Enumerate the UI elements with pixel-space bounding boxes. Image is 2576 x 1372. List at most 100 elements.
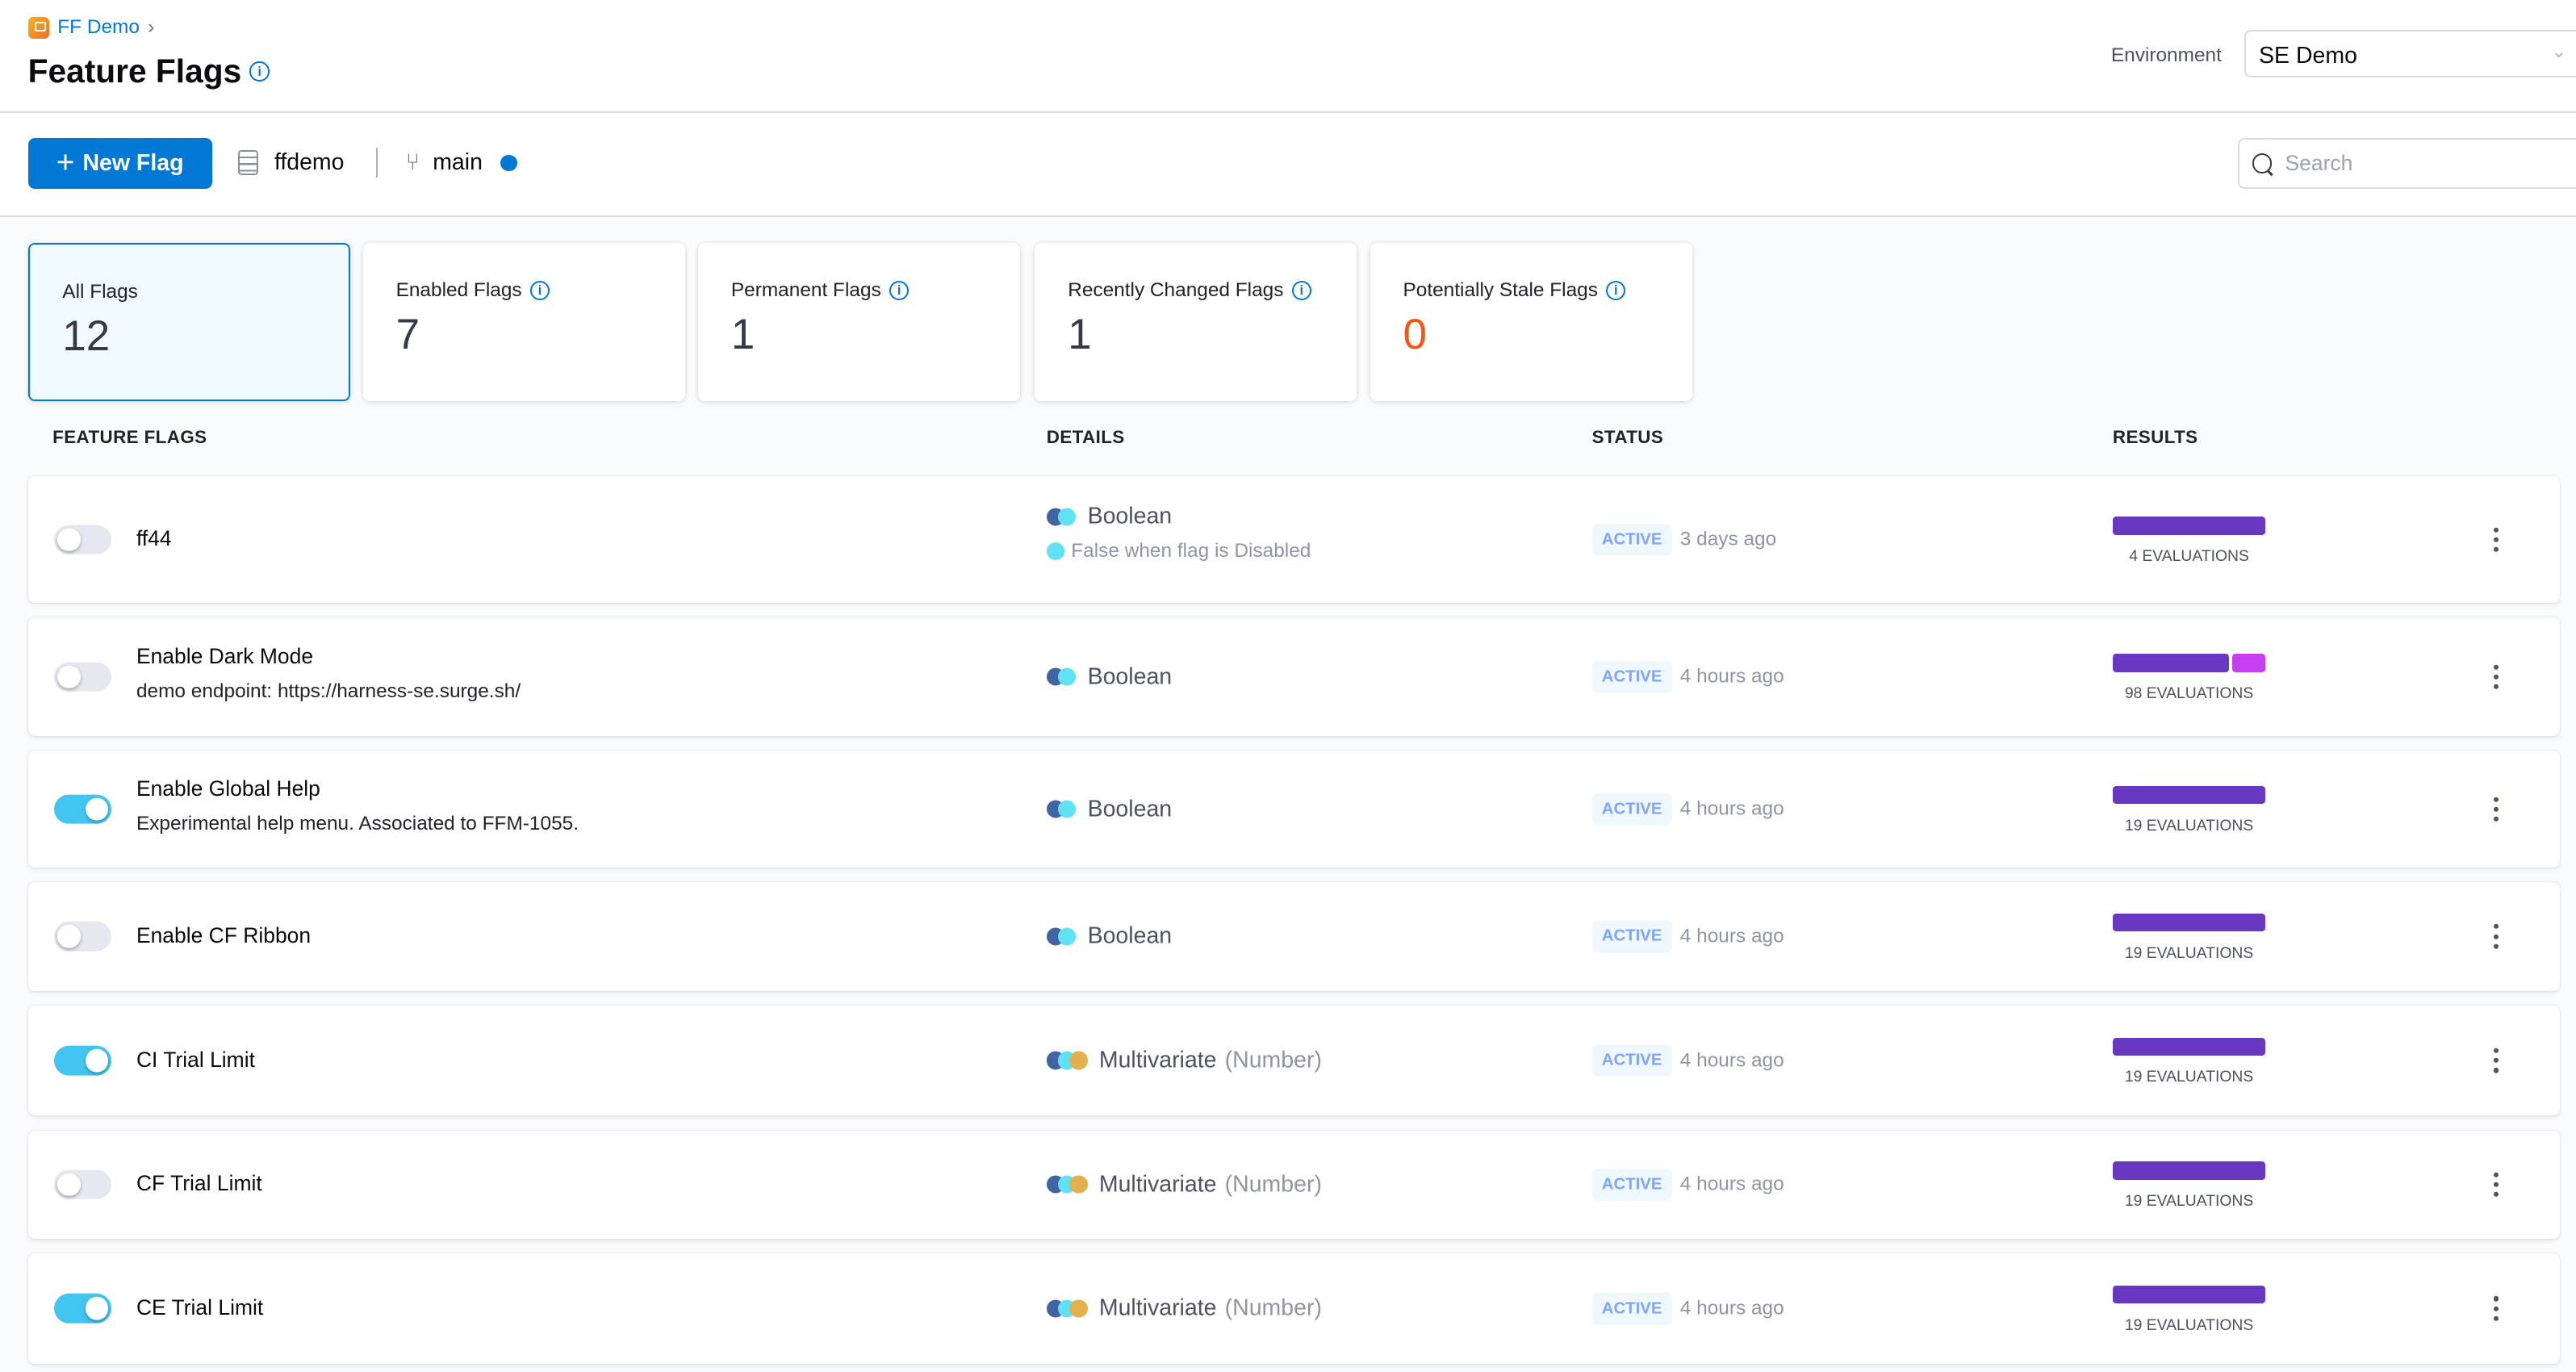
toggle-knob (85, 1297, 109, 1320)
status-badge: ACTIVE (1591, 524, 1672, 556)
page-title-text: Feature Flags (27, 52, 242, 90)
more-options-icon[interactable] (2494, 1048, 2499, 1073)
card-label-text: Permanent Flags (730, 279, 881, 302)
search-input[interactable]: Search (2237, 137, 2576, 190)
status-badge: ACTIVE (1591, 920, 1672, 952)
flag-toggle[interactable] (54, 1169, 112, 1200)
flag-name[interactable]: Enable CF Ribbon (136, 923, 311, 948)
flag-row[interactable]: CI Trial Limit Multivariate (Number) ACT… (27, 1005, 2560, 1116)
flag-name[interactable]: CE Trial Limit (136, 1295, 263, 1320)
more-options-icon[interactable] (2494, 1172, 2499, 1197)
flag-results[interactable]: 19 EVALUATIONS (2112, 1161, 2266, 1211)
flag-toggle[interactable] (54, 1294, 112, 1324)
result-bar-segment (2112, 1161, 2266, 1180)
summary-card-potentially-stale-flags[interactable]: Potentially Stale Flags i 0 (1370, 243, 1692, 401)
flag-name[interactable]: CI Trial Limit (136, 1048, 255, 1073)
flag-row[interactable]: Enable Global Help Experimental help men… (27, 751, 2560, 868)
flag-toggle[interactable] (54, 662, 112, 692)
toggle-knob (57, 925, 81, 948)
results-bar (2112, 1037, 2266, 1056)
flag-results[interactable]: 98 EVALUATIONS (2112, 654, 2266, 703)
card-value: 0 (1403, 311, 1427, 359)
flag-type: Multivariate (Number) (1046, 1171, 1322, 1198)
flag-type: Boolean (1046, 503, 1173, 530)
flag-results[interactable]: 19 EVALUATIONS (2112, 1037, 2266, 1087)
status-badge: ACTIVE (1591, 661, 1672, 693)
card-label: Enabled Flags i (396, 279, 653, 302)
flag-row[interactable]: ff44 Boolean False when flag is Disabled… (27, 476, 2560, 604)
flag-subtype: (Number) (1224, 1171, 1322, 1198)
flag-type-text: Boolean (1087, 503, 1173, 529)
flag-results[interactable]: 19 EVALUATIONS (2112, 913, 2266, 963)
plus-icon: + (56, 145, 75, 181)
flag-name[interactable]: Enable Global Help (136, 776, 320, 801)
repository[interactable]: ffdemo (238, 149, 345, 176)
flag-toggle[interactable] (54, 1045, 112, 1076)
flag-status: ACTIVE 4 hours ago (1591, 920, 1784, 952)
info-icon[interactable]: i (889, 280, 910, 301)
branch-selector[interactable]: ⑂ main (406, 149, 517, 176)
card-label: All Flags (62, 281, 316, 303)
flag-results[interactable]: 4 EVALUATIONS (2112, 517, 2266, 566)
more-options-icon[interactable] (2494, 1296, 2499, 1321)
flag-toggle[interactable] (54, 922, 112, 952)
search-placeholder: Search (2285, 151, 2353, 176)
result-bar-segment (2112, 1285, 2266, 1304)
summary-card-all-flags[interactable]: All Flags 12 (27, 243, 350, 401)
new-flag-button[interactable]: + New Flag (27, 137, 212, 190)
evaluation-count: 4 EVALUATIONS (2129, 547, 2249, 565)
flag-type-text: Boolean (1087, 796, 1173, 822)
more-options-icon[interactable] (2494, 527, 2499, 552)
flag-type: Multivariate (Number) (1046, 1295, 1322, 1322)
breadcrumb-project[interactable]: FF Demo (57, 16, 140, 39)
status-badge: ACTIVE (1591, 1169, 1672, 1201)
flag-name[interactable]: ff44 (136, 526, 172, 551)
result-bar-segment (2112, 1037, 2266, 1056)
card-label: Permanent Flags i (731, 279, 988, 302)
last-changed: 4 hours ago (1679, 797, 1784, 820)
flag-subtype: (Number) (1224, 1047, 1322, 1073)
breadcrumb[interactable]: FF Demo › (27, 16, 154, 39)
more-options-icon[interactable] (2494, 797, 2499, 822)
flag-type: Boolean (1046, 923, 1172, 950)
status-badge: ACTIVE (1591, 1292, 1672, 1325)
last-changed: 3 days ago (1679, 528, 1777, 550)
flag-subtype: (Number) (1224, 1295, 1322, 1321)
more-options-icon[interactable] (2494, 664, 2499, 689)
flag-name[interactable]: CF Trial Limit (136, 1171, 262, 1196)
branch-name: main (433, 149, 483, 176)
flag-toggle[interactable] (54, 794, 112, 824)
flag-type-text: Multivariate (1098, 1047, 1217, 1073)
card-value: 12 (62, 312, 111, 361)
flag-toggle[interactable] (54, 525, 112, 555)
environment-select[interactable]: SE Demo ⌄ (2244, 29, 2576, 77)
toggle-knob (57, 528, 81, 551)
info-icon[interactable]: i (1606, 280, 1626, 301)
card-label-text: Recently Changed Flags (1068, 279, 1284, 302)
flag-type: Multivariate (Number) (1046, 1047, 1322, 1074)
flag-status: ACTIVE 4 hours ago (1591, 661, 1784, 693)
flag-row[interactable]: Enable CF Ribbon Boolean ACTIVE 4 hours … (27, 882, 2560, 991)
info-icon[interactable]: i (249, 61, 270, 82)
info-icon[interactable]: i (529, 280, 550, 301)
flag-name[interactable]: Enable Dark Mode (136, 644, 313, 669)
info-icon[interactable]: i (1291, 280, 1311, 301)
flag-results[interactable]: 19 EVALUATIONS (2112, 786, 2266, 835)
flag-results[interactable]: 19 EVALUATIONS (2112, 1285, 2266, 1335)
summary-card-permanent-flags[interactable]: Permanent Flags i 1 (698, 243, 1021, 401)
more-options-icon[interactable] (2494, 924, 2499, 949)
summary-card-enabled-flags[interactable]: Enabled Flags i 7 (362, 243, 685, 401)
results-bar (2112, 1285, 2266, 1304)
result-bar-segment (2112, 786, 2266, 805)
flag-type: Boolean (1046, 663, 1172, 690)
evaluation-count: 98 EVALUATIONS (2124, 684, 2254, 702)
evaluation-count: 19 EVALUATIONS (2124, 944, 2254, 962)
flag-row[interactable]: Enable Dark Mode demo endpoint: https://… (27, 617, 2560, 736)
card-label: Potentially Stale Flags i (1403, 279, 1659, 302)
flag-row[interactable]: CE Trial Limit Multivariate (Number) ACT… (27, 1253, 2560, 1364)
evaluation-count: 19 EVALUATIONS (2124, 1192, 2254, 1210)
flag-description: Experimental help menu. Associated to FF… (136, 812, 579, 834)
toolbar: + New Flag ffdemo ⑂ main Search (0, 113, 2576, 217)
flag-row[interactable]: CF Trial Limit Multivariate (Number) ACT… (27, 1130, 2560, 1239)
summary-card-recently-changed-flags[interactable]: Recently Changed Flags i 1 (1035, 243, 1357, 401)
